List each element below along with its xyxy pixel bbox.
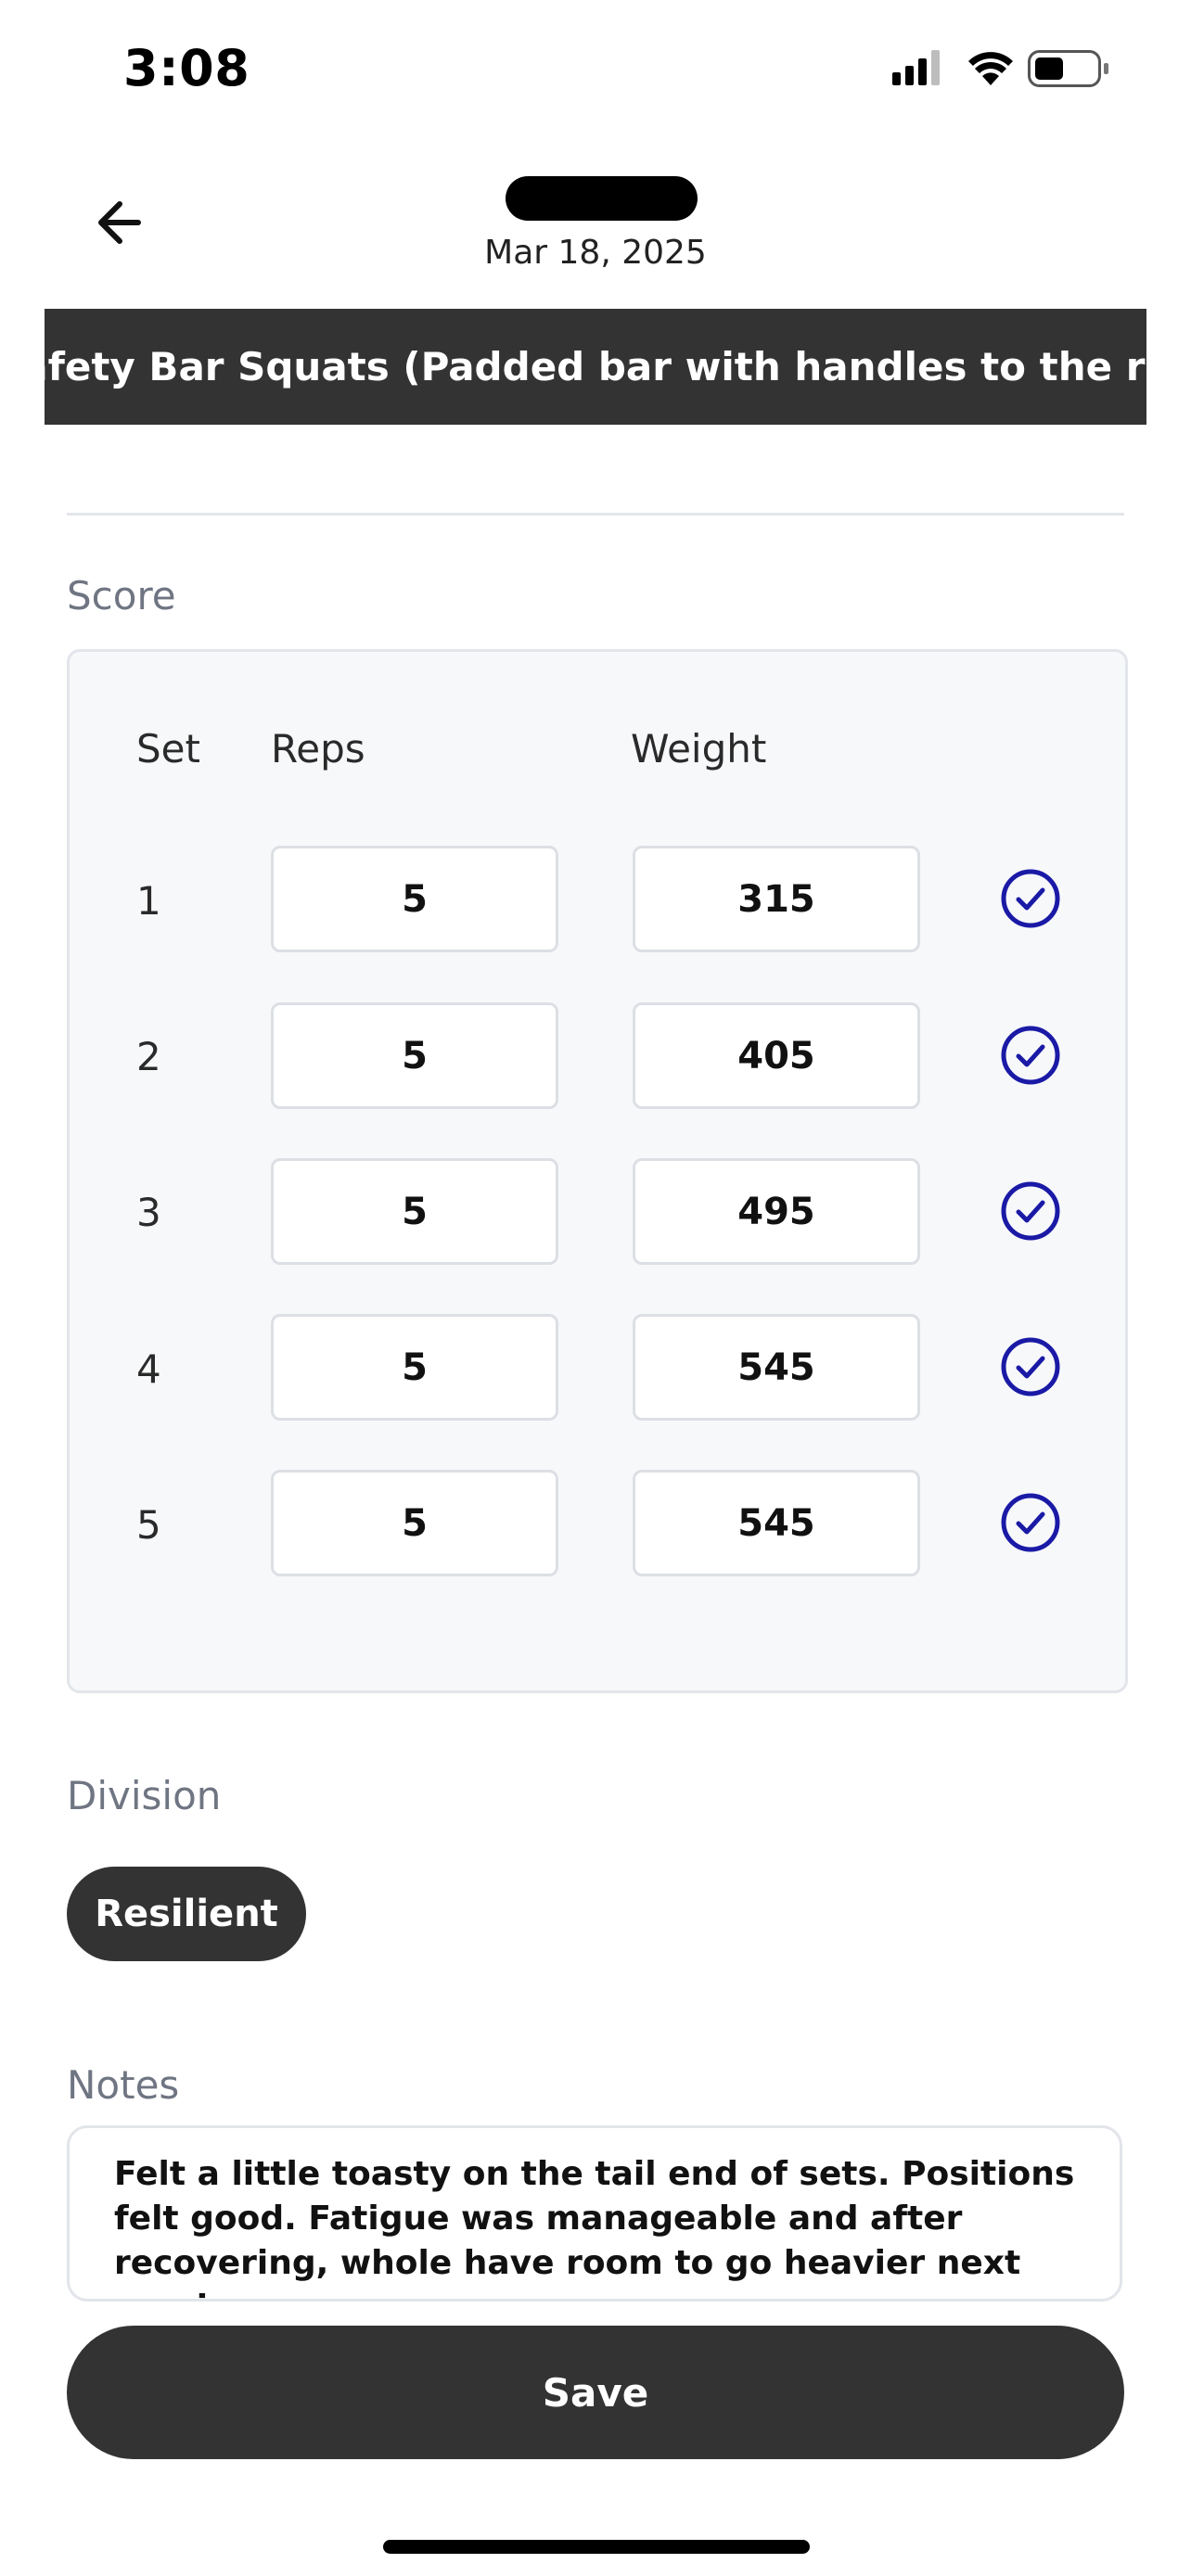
score-label: Score — [67, 573, 176, 618]
status-icons — [892, 45, 1115, 93]
signal-icon — [892, 50, 940, 85]
weight-input[interactable]: 545 — [633, 1314, 920, 1421]
exercise-name: Safety Bar Squats (Padded bar with handl… — [45, 344, 1146, 389]
exercise-banner: Safety Bar Squats (Padded bar with handl… — [45, 309, 1146, 425]
weight-input[interactable]: 405 — [633, 1002, 920, 1109]
division-chip-resilient[interactable]: Resilient — [67, 1867, 306, 1961]
wifi-icon — [968, 52, 1013, 85]
weight-input[interactable]: 495 — [633, 1158, 920, 1265]
set-number: 4 — [136, 1346, 161, 1392]
set-number: 2 — [136, 1034, 161, 1079]
reps-input[interactable]: 5 — [271, 846, 558, 952]
column-header-reps: Reps — [271, 726, 365, 772]
notes-textarea[interactable]: Felt a little toasty on the tail end of … — [67, 2125, 1122, 2302]
column-header-weight: Weight — [631, 726, 767, 772]
score-panel — [67, 649, 1128, 1693]
reps-input[interactable]: 5 — [271, 1470, 558, 1576]
column-header-set: Set — [136, 726, 200, 772]
reps-input[interactable]: 5 — [271, 1314, 558, 1421]
check-circle-icon[interactable] — [1000, 1336, 1061, 1397]
reps-input[interactable]: 5 — [271, 1158, 558, 1265]
battery-icon — [1028, 50, 1108, 87]
set-number: 5 — [136, 1502, 161, 1548]
division-label: Division — [67, 1773, 222, 1818]
status-time: 3:08 — [123, 39, 250, 97]
weight-input[interactable]: 315 — [633, 846, 920, 952]
redacted-title — [506, 176, 698, 221]
save-button[interactable]: Save — [67, 2326, 1124, 2459]
check-circle-icon[interactable] — [1000, 1180, 1061, 1242]
check-circle-icon[interactable] — [1000, 868, 1061, 929]
check-circle-icon[interactable] — [1000, 1492, 1061, 1553]
home-indicator — [383, 2540, 810, 2554]
check-circle-icon[interactable] — [1000, 1025, 1061, 1086]
weight-input[interactable]: 545 — [633, 1470, 920, 1576]
divider — [67, 513, 1124, 516]
set-number: 3 — [136, 1190, 161, 1235]
set-number: 1 — [136, 878, 161, 924]
session-date: Mar 18, 2025 — [484, 234, 707, 272]
notes-label: Notes — [67, 2062, 180, 2108]
reps-input[interactable]: 5 — [271, 1002, 558, 1109]
